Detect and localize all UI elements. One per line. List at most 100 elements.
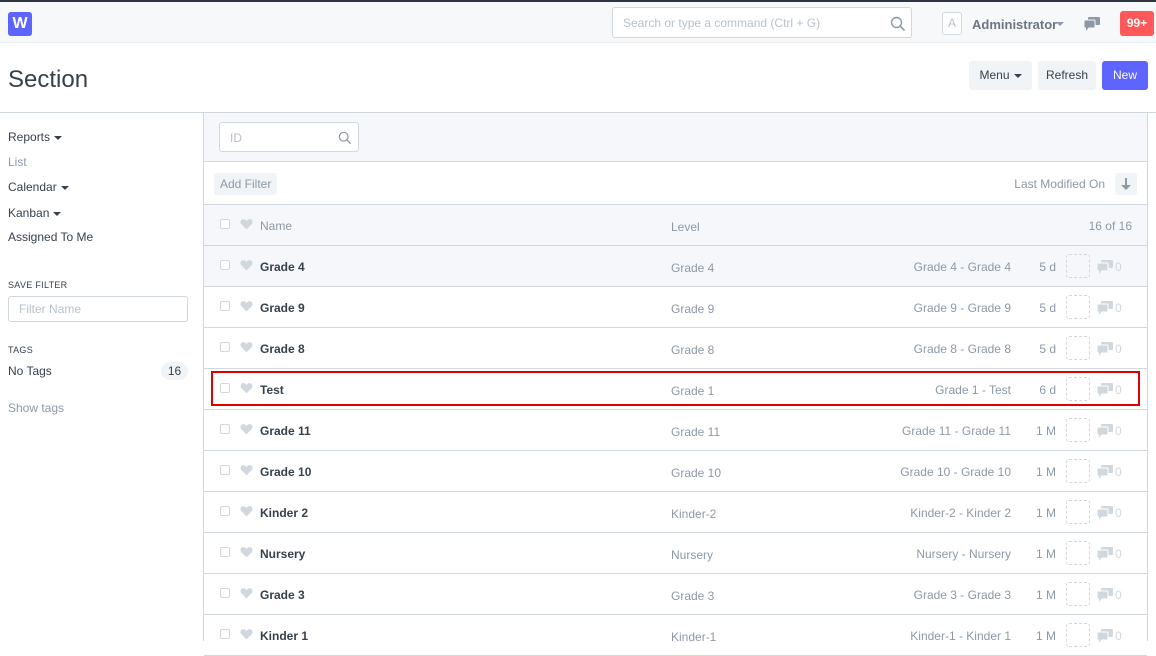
comment-count: 0 xyxy=(1115,301,1122,315)
heart-icon xyxy=(240,219,253,230)
assign-avatar-placeholder[interactable] xyxy=(1066,377,1090,401)
list-row[interactable]: Grade 3 Grade 3 Grade 3 - Grade 3 1 M 0 xyxy=(204,574,1147,615)
list-row[interactable]: Nursery Nursery Nursery - Nursery 1 M 0 xyxy=(204,533,1147,574)
list-row[interactable]: Grade 8 Grade 8 Grade 8 - Grade 8 5 d 0 xyxy=(204,328,1147,369)
show-tags-link[interactable]: Show tags xyxy=(8,401,64,415)
filter-name-input[interactable]: Filter Name xyxy=(8,296,188,322)
row-level: Grade 10 xyxy=(671,466,722,480)
sidebar-item-kanban[interactable]: Kanban xyxy=(8,206,62,220)
menu-button-label: Menu xyxy=(979,68,1010,82)
chevron-down-icon xyxy=(54,135,63,140)
heart-icon[interactable] xyxy=(240,341,253,353)
heart-icon[interactable] xyxy=(240,587,253,599)
row-modified: 1 M xyxy=(1035,506,1056,520)
row-modified: 5 d xyxy=(1039,301,1056,315)
row-name-link[interactable]: Kinder 2 xyxy=(260,506,308,520)
refresh-button[interactable]: Refresh xyxy=(1038,61,1096,90)
list-row[interactable]: Grade 9 Grade 9 Grade 9 - Grade 9 5 d 0 xyxy=(204,287,1147,328)
sidebar-item-calendar[interactable]: Calendar xyxy=(8,180,69,194)
heart-icon[interactable] xyxy=(240,464,253,476)
id-filter-input[interactable]: ID xyxy=(219,122,359,152)
row-checkbox[interactable] xyxy=(220,342,230,352)
app-logo[interactable]: W xyxy=(8,12,32,36)
row-title: Grade 3 - Grade 3 xyxy=(913,588,1011,602)
notifications-badge[interactable]: 99+ xyxy=(1120,11,1154,36)
sidebar-item-label: Reports xyxy=(8,130,51,144)
row-checkbox[interactable] xyxy=(220,506,230,516)
tag-no-tags[interactable]: No Tags xyxy=(8,364,52,378)
select-all-checkbox[interactable] xyxy=(220,219,230,229)
list-row[interactable]: Test Grade 1 Grade 1 - Test 6 d 0 xyxy=(204,369,1147,410)
row-modified: 1 M xyxy=(1035,424,1056,438)
row-checkbox[interactable] xyxy=(220,260,230,270)
row-name-link[interactable]: Grade 10 xyxy=(260,465,311,479)
assign-avatar-placeholder[interactable] xyxy=(1066,336,1090,360)
list-row[interactable]: Kinder 2 Kinder-2 Kinder-2 - Kinder 2 1 M 0 xyxy=(204,492,1147,533)
add-filter-button[interactable]: Add Filter xyxy=(214,173,278,195)
row-checkbox[interactable] xyxy=(220,383,230,393)
row-checkbox[interactable] xyxy=(220,547,230,557)
row-name-link[interactable]: Grade 3 xyxy=(260,588,305,602)
assign-avatar-placeholder[interactable] xyxy=(1066,623,1090,647)
user-avatar[interactable]: A xyxy=(942,12,962,35)
assign-avatar-placeholder[interactable] xyxy=(1066,459,1090,483)
row-name-link[interactable]: Grade 11 xyxy=(260,424,311,438)
row-checkbox[interactable] xyxy=(220,588,230,598)
comment-icon xyxy=(1097,383,1113,397)
comment-count: 0 xyxy=(1115,506,1122,520)
row-name-link[interactable]: Nursery xyxy=(260,547,305,561)
heart-icon[interactable] xyxy=(240,505,253,517)
row-title: Grade 4 - Grade 4 xyxy=(913,260,1011,274)
row-level: Kinder-1 xyxy=(671,630,717,644)
chevron-down-icon xyxy=(60,185,69,190)
heart-icon[interactable] xyxy=(240,546,253,558)
assign-avatar-placeholder[interactable] xyxy=(1066,541,1090,565)
tag-count-badge: 16 xyxy=(161,362,188,380)
assign-avatar-placeholder[interactable] xyxy=(1066,254,1090,278)
list-view: ID Add Filter Last Modified On Name Leve… xyxy=(203,113,1148,656)
row-checkbox[interactable] xyxy=(220,424,230,434)
sidebar-item-assigned-to-me[interactable]: Assigned To Me xyxy=(8,230,93,244)
assign-avatar-placeholder[interactable] xyxy=(1066,295,1090,319)
comment-count: 0 xyxy=(1115,465,1122,479)
awesomebar-search-input[interactable]: Search or type a command (Ctrl + G) xyxy=(612,7,912,38)
row-name-link[interactable]: Test xyxy=(260,383,284,397)
sidebar-item-list[interactable]: List xyxy=(8,155,27,169)
new-button[interactable]: New xyxy=(1102,61,1148,90)
row-title: Grade 9 - Grade 9 xyxy=(913,301,1011,315)
row-checkbox[interactable] xyxy=(220,465,230,475)
row-checkbox[interactable] xyxy=(220,629,230,639)
row-title: Grade 1 - Test xyxy=(935,383,1011,397)
row-level: Grade 3 xyxy=(671,589,715,603)
heart-icon[interactable] xyxy=(240,259,253,271)
assign-avatar-placeholder[interactable] xyxy=(1066,582,1090,606)
sidebar-item-reports[interactable]: Reports xyxy=(8,130,63,144)
list-row[interactable]: Grade 4 Grade 4 Grade 4 - Grade 4 5 d 0 xyxy=(204,246,1147,287)
sort-selector[interactable]: Last Modified On xyxy=(1014,177,1105,191)
row-title: Kinder-2 - Kinder 2 xyxy=(910,506,1011,520)
row-level: Kinder-2 xyxy=(671,507,717,521)
chevron-down-icon[interactable] xyxy=(1056,22,1064,26)
row-level: Grade 8 xyxy=(671,343,715,357)
heart-icon[interactable] xyxy=(240,628,253,640)
heart-icon[interactable] xyxy=(240,382,253,394)
list-row[interactable]: Grade 10 Grade 10 Grade 10 - Grade 10 1 M 0 xyxy=(204,451,1147,492)
row-checkbox[interactable] xyxy=(220,301,230,311)
row-name-link[interactable]: Grade 8 xyxy=(260,342,305,356)
row-name-link[interactable]: Grade 4 xyxy=(260,260,305,274)
assign-avatar-placeholder[interactable] xyxy=(1066,418,1090,442)
menu-button[interactable]: Menu xyxy=(969,61,1032,90)
page-title: Section xyxy=(8,66,89,93)
heart-icon[interactable] xyxy=(240,300,253,312)
chat-icon[interactable] xyxy=(1084,17,1100,31)
row-modified: 5 d xyxy=(1039,342,1056,356)
heart-icon[interactable] xyxy=(240,423,253,435)
user-menu[interactable]: Administrator xyxy=(972,17,1057,32)
list-row[interactable]: Kinder 1 Kinder-1 Kinder-1 - Kinder 11 M0 xyxy=(204,615,1147,656)
list-row[interactable]: Grade 11 Grade 11 Grade 11 - Grade 11 1 M 0 xyxy=(204,410,1147,451)
comment-count: 0 xyxy=(1115,547,1122,561)
comment-icon xyxy=(1097,260,1113,274)
sort-order-button[interactable] xyxy=(1115,173,1137,195)
assign-avatar-placeholder[interactable] xyxy=(1066,500,1090,524)
row-name-link[interactable]: Grade 9 xyxy=(260,301,305,315)
